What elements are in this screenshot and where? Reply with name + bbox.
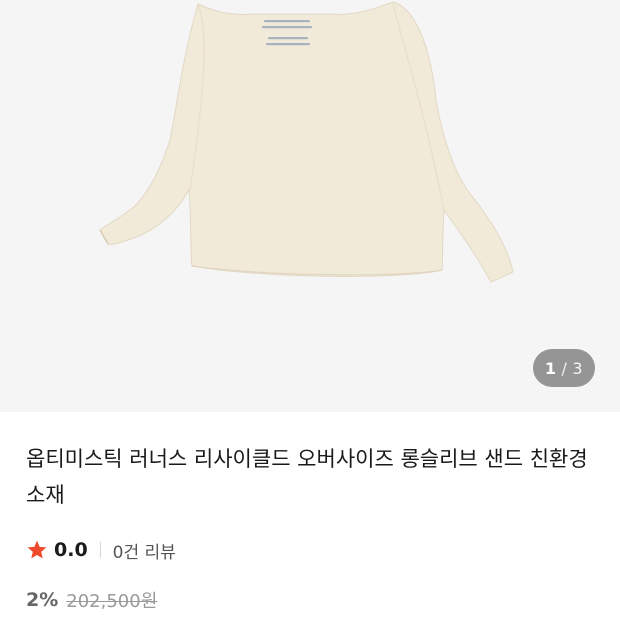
price-row: 2% 202,500원	[26, 587, 157, 613]
rating-summary[interactable]: 0.0 0건 리뷰	[26, 537, 176, 563]
pager-current: 1	[544, 358, 557, 378]
review-count-link[interactable]: 0건 리뷰	[113, 538, 176, 563]
image-pager: 1 / 3	[533, 349, 595, 387]
product-image[interactable]	[0, 0, 620, 412]
divider	[99, 542, 101, 558]
star-icon	[27, 540, 47, 559]
discount-rate: 2%	[26, 589, 59, 611]
rating-score: 0.0	[54, 539, 88, 561]
product-detail-page: 1 / 3 옵티미스틱 러너스 리사이클드 오버사이즈 롱슬리브 샌드 친환경 …	[0, 0, 620, 620]
product-image-gallery[interactable]: 1 / 3	[0, 0, 620, 412]
product-title: 옵티미스틱 러너스 리사이클드 오버사이즈 롱슬리브 샌드 친환경 소재	[26, 447, 588, 507]
pager-total: 3	[572, 358, 584, 378]
pager-separator: /	[561, 358, 568, 378]
original-price: 202,500원	[66, 591, 158, 612]
